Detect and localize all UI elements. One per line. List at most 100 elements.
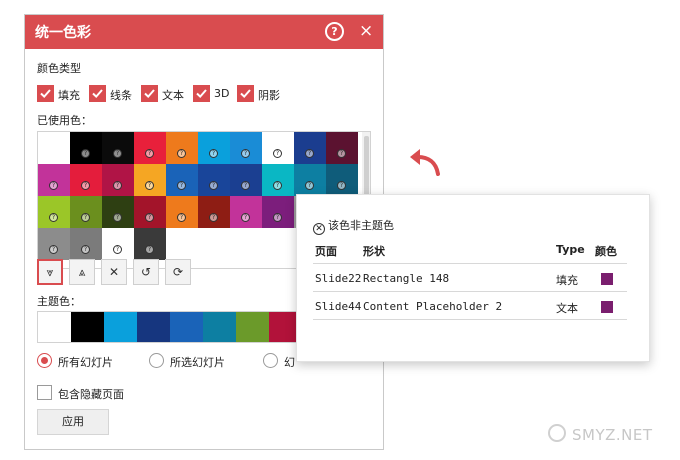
non-theme-mark-icon: ? <box>49 213 58 222</box>
non-theme-mark-icon: ? <box>241 213 250 222</box>
non-theme-mark-icon: ? <box>273 181 282 190</box>
non-theme-mark-icon: ? <box>49 245 58 254</box>
theme-color-swatch[interactable] <box>236 312 269 342</box>
non-theme-mark-icon: ? <box>113 245 122 254</box>
used-color-swatch[interactable]: ? <box>70 196 102 228</box>
non-theme-mark-icon: ? <box>177 213 186 222</box>
expand-down-button[interactable]: ⩔ <box>37 259 63 285</box>
used-color-swatch[interactable]: ? <box>70 228 102 260</box>
apply-button[interactable]: 应用 <box>37 409 109 435</box>
radio-label: 所有幻灯片 <box>58 356 113 369</box>
undo-button[interactable]: ↺ <box>133 259 159 285</box>
close-icon: × <box>359 21 374 41</box>
used-color-swatch[interactable]: ? <box>70 132 102 164</box>
scrollbar-thumb[interactable] <box>364 136 369 196</box>
used-color-swatch[interactable]: ? <box>294 132 326 164</box>
clear-button[interactable]: ✕ <box>101 259 127 285</box>
include-hidden-checkbox[interactable] <box>37 385 52 400</box>
used-color-swatch[interactable] <box>38 132 70 164</box>
watermark-text: SMYZ.NET <box>572 426 653 444</box>
used-color-swatch[interactable]: ? <box>166 132 198 164</box>
popup-header-text: 该色非主题色 <box>328 219 394 232</box>
used-color-swatch[interactable]: ? <box>38 228 70 260</box>
expand-down-icon: ⩔ <box>46 265 54 279</box>
non-theme-mark-icon: ? <box>305 149 314 158</box>
checkbox-label: 填充 <box>58 89 80 102</box>
collapse-up-icon: ⩓ <box>78 265 86 279</box>
curved-arrow-icon <box>410 149 440 176</box>
row-page: Slide44 <box>315 300 362 313</box>
used-color-swatch[interactable]: ? <box>230 164 262 196</box>
non-theme-mark-icon: ? <box>209 149 218 158</box>
used-color-swatch[interactable]: ? <box>262 196 294 228</box>
radio-label: 幻 <box>284 356 295 369</box>
used-color-swatch[interactable]: ? <box>38 164 70 196</box>
non-theme-mark-icon: ? <box>177 149 186 158</box>
used-color-swatch[interactable]: ? <box>134 196 166 228</box>
used-color-swatch[interactable]: ? <box>262 132 294 164</box>
popup-header: ✕ 该色非主题色 <box>313 217 394 235</box>
refresh-button[interactable]: ⟳ <box>165 259 191 285</box>
x-circle-icon: ✕ <box>313 223 325 235</box>
help-button[interactable]: ? <box>325 22 344 41</box>
non-theme-mark-icon: ? <box>113 213 122 222</box>
clear-icon: ✕ <box>108 265 120 279</box>
used-color-swatch[interactable]: ? <box>102 228 134 260</box>
used-color-swatch[interactable]: ? <box>294 164 326 196</box>
theme-color-swatch[interactable] <box>170 312 203 342</box>
non-theme-mark-icon: ? <box>241 149 250 158</box>
header-divider <box>313 263 627 264</box>
theme-color-swatch[interactable] <box>104 312 137 342</box>
radio-label: 所选幻灯片 <box>170 356 225 369</box>
theme-color-swatch[interactable] <box>71 312 104 342</box>
radio-selected-icon <box>37 353 52 368</box>
used-color-swatch[interactable]: ? <box>70 164 102 196</box>
non-theme-mark-icon: ? <box>49 181 58 190</box>
used-color-swatch[interactable]: ? <box>134 164 166 196</box>
theme-color-swatch[interactable] <box>203 312 236 342</box>
radio-unselected-icon <box>149 353 164 368</box>
non-theme-mark-icon: ? <box>81 149 90 158</box>
used-color-swatch[interactable]: ? <box>38 196 70 228</box>
non-theme-mark-icon: ? <box>273 149 282 158</box>
column-header-color: 颜色 <box>595 245 617 258</box>
check-icon <box>193 85 210 102</box>
used-color-swatch[interactable]: ? <box>102 196 134 228</box>
non-theme-mark-icon: ? <box>209 213 218 222</box>
row-divider <box>313 291 627 292</box>
used-color-swatch[interactable]: ? <box>230 196 262 228</box>
used-color-swatch[interactable]: ? <box>102 164 134 196</box>
checkbox-label: 3D <box>214 87 230 100</box>
non-theme-mark-icon: ? <box>273 213 282 222</box>
non-theme-mark-icon: ? <box>81 245 90 254</box>
used-color-swatch[interactable]: ? <box>198 196 230 228</box>
used-color-swatch[interactable]: ? <box>230 132 262 164</box>
used-color-swatch[interactable]: ? <box>102 132 134 164</box>
non-theme-mark-icon: ? <box>145 149 154 158</box>
used-color-swatch[interactable]: ? <box>198 164 230 196</box>
used-color-swatch[interactable]: ? <box>166 164 198 196</box>
used-color-swatch[interactable]: ? <box>326 164 358 196</box>
theme-color-swatch[interactable] <box>137 312 170 342</box>
used-colors-label: 已使用色： <box>37 114 92 127</box>
theme-color-swatch[interactable] <box>269 312 296 342</box>
close-button[interactable]: × <box>359 19 373 43</box>
row-type: 文本 <box>556 302 578 315</box>
theme-color-swatch[interactable] <box>38 312 71 342</box>
used-color-swatch[interactable]: ? <box>326 132 358 164</box>
non-theme-mark-icon: ? <box>209 181 218 190</box>
non-theme-mark-icon: ? <box>177 181 186 190</box>
checkbox-label: 线条 <box>110 89 132 102</box>
row-shape: Content Placeholder 2 <box>363 300 503 313</box>
used-color-swatch[interactable]: ? <box>134 132 166 164</box>
used-color-swatch[interactable]: ? <box>166 196 198 228</box>
non-theme-mark-icon: ? <box>305 181 314 190</box>
collapse-up-button[interactable]: ⩓ <box>69 259 95 285</box>
used-color-swatch[interactable]: ? <box>262 164 294 196</box>
row-page: Slide22 <box>315 272 362 285</box>
row-color-swatch <box>601 273 613 285</box>
help-icon: ? <box>331 25 338 38</box>
non-theme-color-popup: ✕ 该色非主题色 页面 形状 Type 颜色 Slide22 Rectangle … <box>296 194 650 362</box>
used-color-swatch[interactable]: ? <box>198 132 230 164</box>
used-color-swatch[interactable]: ? <box>134 228 166 260</box>
